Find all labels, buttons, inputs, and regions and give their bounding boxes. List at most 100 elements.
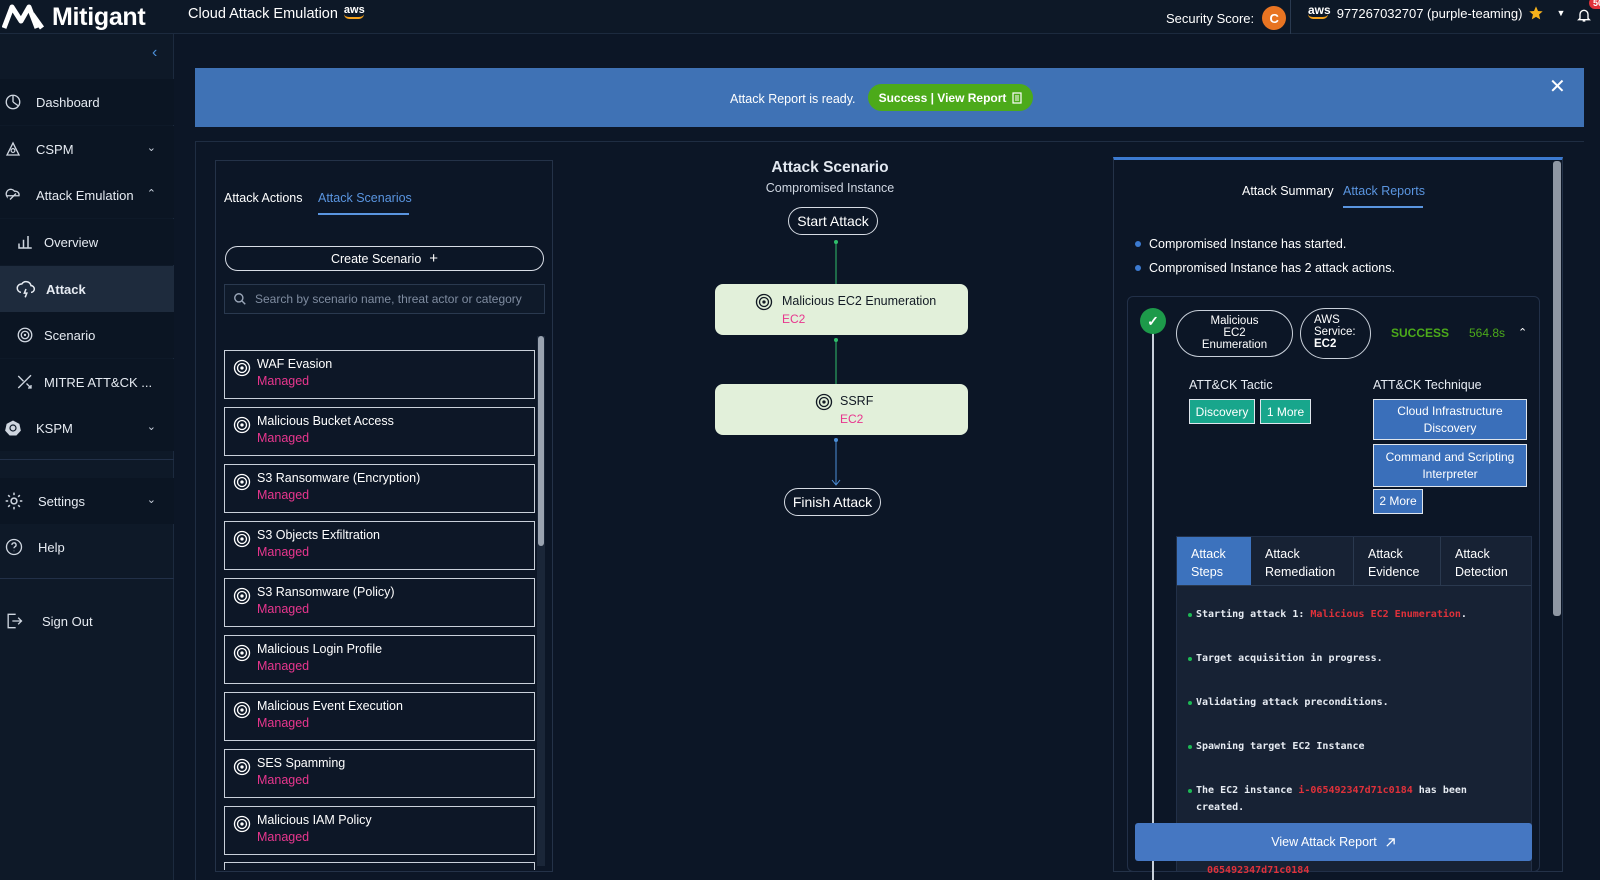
view-attack-report-button[interactable]: View Attack Report	[1135, 823, 1532, 861]
flow-subtitle: Compromised Instance	[765, 181, 895, 195]
collapse-sidebar-icon[interactable]: ‹	[152, 44, 157, 62]
start-attack-node[interactable]: Start Attack	[788, 207, 878, 235]
sidebar-item-dashboard[interactable]: Dashboard	[0, 79, 174, 125]
sidebar-item-overview[interactable]: Overview	[0, 219, 174, 265]
document-icon	[1012, 91, 1023, 104]
sidebar-item-attack[interactable]: Attack	[0, 266, 174, 312]
tab-label: Attack	[1368, 547, 1403, 561]
bullet-icon	[1188, 657, 1192, 661]
scenario-card[interactable]: S3 Ransomware (Encryption) Managed	[224, 464, 535, 513]
attack-step: Target acquisition in progress.	[1188, 650, 1383, 667]
tab-attack-remediation[interactable]: Attack Remediation	[1251, 537, 1353, 586]
sidebar-item-attack-emulation[interactable]: Attack Emulation ⌃	[0, 172, 174, 218]
sidebar-item-cspm[interactable]: CSPM ⌄	[0, 126, 174, 172]
scenario-card[interactable]: Malicious Bucket Access Managed	[224, 407, 535, 456]
scenario-tag: Managed	[257, 659, 310, 673]
sidebar-item-kspm[interactable]: KSPM ⌄	[0, 405, 174, 451]
sidebar-divider	[0, 459, 174, 460]
tactic-chip-discovery[interactable]: Discovery	[1189, 399, 1255, 424]
sidebar-item-sign-out[interactable]: Sign Out	[0, 598, 174, 644]
tab-attack-evidence[interactable]: Attack Evidence	[1353, 537, 1440, 586]
step-highlight: i-065492347d71c0184	[1298, 785, 1413, 796]
sign-out-icon	[7, 613, 23, 629]
close-icon[interactable]: ✕	[1549, 74, 1566, 99]
view-report-success-button[interactable]: Success | View Report	[868, 84, 1033, 111]
finish-attack-node[interactable]: Finish Attack	[784, 488, 881, 516]
tab-attack-reports[interactable]: Attack Reports	[1343, 184, 1425, 198]
scenario-card[interactable]: Malicious Login Profile Managed	[224, 635, 535, 684]
tab-attack-steps[interactable]: Attack Steps	[1177, 537, 1251, 586]
scenario-tag: Managed	[257, 773, 310, 787]
chevron-down-icon[interactable]: ▼	[1556, 8, 1565, 18]
attack-step: Starting attack 1: Malicious EC2 Enumera…	[1188, 606, 1467, 623]
tab-attack-summary[interactable]: Attack Summary	[1242, 184, 1334, 198]
chevron-up-icon[interactable]: ⌃	[1518, 326, 1527, 339]
scenario-tag: Managed	[257, 545, 310, 559]
scenario-name: S3 Ransomware (Encryption)	[257, 471, 421, 485]
tab-attack-detection[interactable]: Attack Detection	[1440, 537, 1531, 586]
technique-chip[interactable]: Cloud Infrastructure Discovery	[1373, 399, 1527, 440]
tab-attack-actions[interactable]: Attack Actions	[224, 191, 303, 205]
logo[interactable]: Mitigant	[0, 2, 170, 32]
security-score-label: Security Score:	[1166, 10, 1255, 26]
sidebar-item-mitre[interactable]: MITRE ATT&CK ...	[0, 359, 174, 405]
step-text: Spawning target EC2 Instance	[1196, 741, 1365, 752]
scenario-card[interactable]: WAF Evasion Managed	[224, 350, 535, 399]
scenario-card[interactable]: Malicious IAM Policy Managed	[224, 806, 535, 855]
summary-item: Compromised Instance has 2 attack action…	[1135, 261, 1395, 275]
technique-more-button[interactable]: 2 More	[1373, 489, 1423, 514]
logo-text: Mitigant	[52, 2, 146, 31]
flow-edge-middle	[834, 338, 838, 384]
step-highlight-partial: 065492347d71c0184	[1207, 865, 1310, 873]
external-link-icon	[1386, 837, 1395, 847]
scenario-search-input[interactable]: Search by scenario name, threat actor or…	[224, 284, 545, 314]
step-text: .	[1460, 609, 1467, 620]
tab-label: Attack	[1191, 547, 1226, 561]
sidebar-item-label: Attack Emulation	[36, 187, 134, 203]
sidebar-item-scenario[interactable]: Scenario	[0, 312, 174, 358]
scenario-card[interactable]: SES Spamming Managed	[224, 749, 535, 798]
star-icon[interactable]	[1528, 5, 1544, 21]
account-selector[interactable]: aws 977267032707 (purple-teaming) ▼	[1308, 4, 1565, 21]
scenario-card[interactable]: Malicious Event Execution Managed	[224, 692, 535, 741]
scenario-name: SES Spamming	[257, 756, 346, 770]
create-scenario-button[interactable]: Create Scenario +	[225, 246, 544, 271]
sidebar-item-label: CSPM	[36, 141, 74, 157]
timeline-line	[1152, 330, 1154, 880]
chevron-up-icon: ⌃	[146, 188, 156, 200]
scrollbar-thumb[interactable]	[538, 336, 544, 546]
tactic-more-button[interactable]: 1 More	[1260, 399, 1311, 424]
bullet-icon	[1188, 789, 1192, 793]
tab-label: Steps	[1191, 565, 1223, 579]
header-divider	[1290, 0, 1291, 34]
scenario-card[interactable]: S3 Ransomware (Policy) Managed	[224, 578, 535, 627]
bell-icon[interactable]	[1576, 6, 1592, 24]
account-name: 977267032707 (purple-teaming)	[1336, 5, 1523, 21]
flow-node-ssrf[interactable]: SSRF EC2	[715, 384, 968, 435]
bullet-icon	[1188, 745, 1192, 749]
step-text: Starting attack 1:	[1196, 609, 1311, 620]
flow-node-malicious-ec2-enumeration[interactable]: Malicious EC2 Enumeration EC2	[715, 284, 968, 335]
scenario-name: Malicious Login Profile	[257, 642, 383, 656]
sidebar-item-settings[interactable]: Settings ⌄	[0, 478, 174, 524]
sidebar-divider	[0, 578, 174, 579]
target-icon	[233, 530, 251, 548]
gear-icon	[5, 492, 23, 510]
action-name-line: EC2	[1223, 327, 1246, 339]
sidebar-item-label: Dashboard	[36, 94, 100, 110]
scenario-card[interactable]: S3 Objects Exfiltration Managed	[224, 521, 535, 570]
sidebar-item-help[interactable]: Help	[0, 524, 174, 570]
tab-label: Attack	[1455, 547, 1490, 561]
flow-node-service: EC2	[840, 412, 864, 426]
sidebar-item-label: KSPM	[36, 420, 73, 436]
cspm-icon	[5, 141, 21, 156]
action-name-line: Enumeration	[1201, 339, 1268, 351]
technique-label: ATT&CK Technique	[1373, 378, 1482, 392]
technique-chip[interactable]: Command and Scripting Interpreter	[1373, 444, 1527, 487]
target-icon	[755, 293, 773, 311]
tab-attack-scenarios[interactable]: Attack Scenarios	[318, 191, 412, 205]
scenario-tag: Managed	[257, 716, 310, 730]
scenario-card-partial[interactable]	[224, 862, 535, 870]
aws-icon: aws	[343, 5, 365, 19]
report-panel-scrollbar[interactable]	[1553, 161, 1561, 616]
